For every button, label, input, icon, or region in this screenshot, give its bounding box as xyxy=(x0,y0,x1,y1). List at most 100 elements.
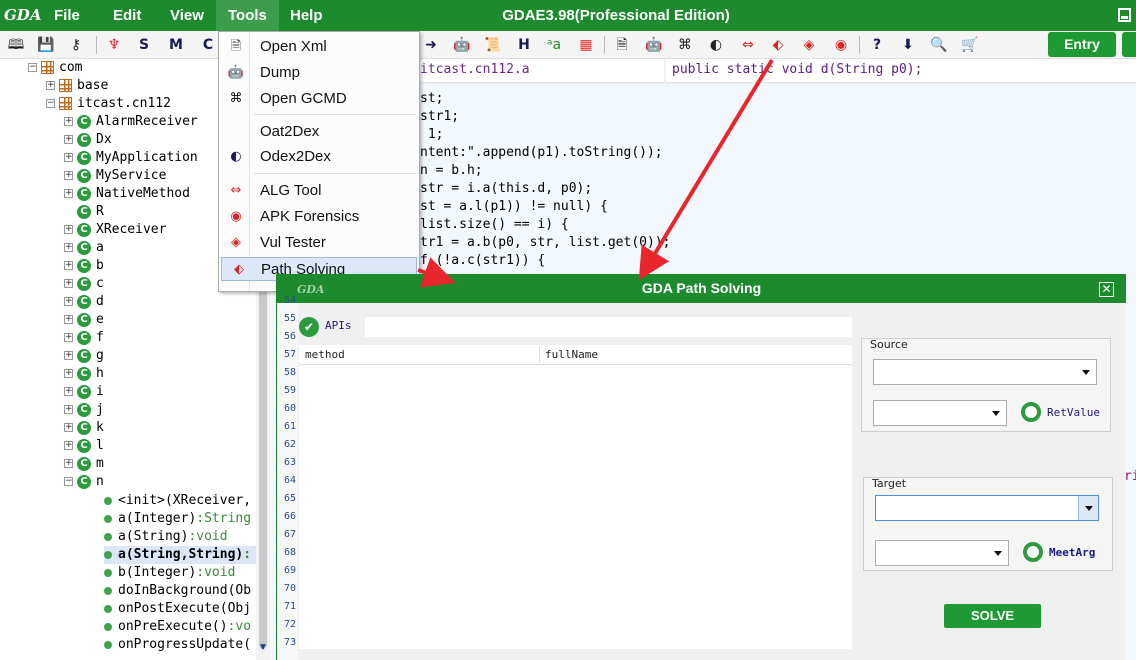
minimize-button[interactable] xyxy=(1118,8,1131,22)
tree-node[interactable]: + C MyApplication xyxy=(64,149,198,167)
solve-button[interactable]: SOLVE xyxy=(944,604,1041,628)
save-icon[interactable]: 💾 xyxy=(36,35,56,55)
expand-icon[interactable]: + xyxy=(64,369,73,378)
expand-icon[interactable]: + xyxy=(64,441,73,450)
expand-icon[interactable]: + xyxy=(64,171,73,180)
tree-node[interactable]: + base xyxy=(46,77,108,95)
expand-icon[interactable]: + xyxy=(64,261,73,270)
expand-icon[interactable]: + xyxy=(64,315,73,324)
fingerprint-icon[interactable]: ◉ xyxy=(831,35,851,55)
tree-node[interactable]: + Ch xyxy=(64,365,104,383)
close-icon[interactable]: ✕ xyxy=(1099,282,1114,297)
method-node[interactable]: doInBackground(Ob xyxy=(104,582,256,600)
expand-icon[interactable]: + xyxy=(64,117,73,126)
secondary-green-button[interactable] xyxy=(1122,32,1136,57)
tree-node[interactable]: + Ca xyxy=(64,239,104,257)
entry-button[interactable]: Entry xyxy=(1048,32,1116,57)
method-node[interactable]: a(String):void xyxy=(104,528,248,546)
tree-node[interactable]: + Cf xyxy=(64,329,104,347)
tree-node[interactable]: + Cc xyxy=(64,275,104,293)
script-x-icon[interactable]: 📜 xyxy=(483,35,503,55)
cart-icon[interactable]: 🛒 xyxy=(960,35,980,55)
tools-menu-item[interactable]: ⌘ Open GCMD xyxy=(219,87,419,111)
toolbar-h-button[interactable]: H xyxy=(514,35,534,55)
tree-node[interactable]: + C Dx xyxy=(64,131,112,149)
expand-icon[interactable]: + xyxy=(64,387,73,396)
column-header-method[interactable]: method xyxy=(305,345,345,365)
key-icon[interactable]: ⚷ xyxy=(66,35,86,55)
android-icon[interactable]: 🤖 xyxy=(452,35,472,55)
target-class-combo[interactable] xyxy=(875,495,1099,521)
tree-node[interactable]: + Cl xyxy=(64,437,104,455)
odex-icon[interactable]: ◐ xyxy=(706,35,726,55)
method-node[interactable]: a(String,String): xyxy=(104,546,256,564)
tree-node[interactable]: + Cb xyxy=(64,257,104,275)
target-method-combo[interactable] xyxy=(875,540,1009,566)
tools-menu-item[interactable]: ⇔ ALG Tool xyxy=(219,179,419,203)
tree-node[interactable]: + Cd xyxy=(64,293,104,311)
meetarg-radio-icon[interactable] xyxy=(1023,542,1043,562)
results-table[interactable]: method fullName xyxy=(299,345,852,649)
expand-icon[interactable]: + xyxy=(64,135,73,144)
column-divider[interactable] xyxy=(539,347,540,363)
method-node[interactable]: b(Integer):void xyxy=(104,564,255,582)
source-method-combo[interactable] xyxy=(873,400,1007,426)
chevron-down-icon[interactable] xyxy=(1078,496,1098,520)
string-search-icon[interactable]: ᵃa xyxy=(544,35,564,55)
expand-icon[interactable]: + xyxy=(64,225,73,234)
tools-menu-item[interactable]: Oat2Dex xyxy=(219,120,419,144)
toolbar-m-button[interactable]: M xyxy=(166,35,186,55)
method-node[interactable]: onPostExecute(Obj xyxy=(104,600,256,618)
tree-node[interactable]: + Ck xyxy=(64,419,104,437)
tree-node[interactable]: + Ce xyxy=(64,311,104,329)
retvalue-radio-icon[interactable] xyxy=(1021,402,1041,422)
search-globe-icon[interactable]: 🔍 xyxy=(929,35,949,55)
column-header-fullname[interactable]: fullName xyxy=(545,345,598,365)
tree-node[interactable]: + C AlarmReceiver xyxy=(64,113,198,131)
collapse-icon[interactable]: − xyxy=(28,63,37,72)
tree-node[interactable]: + Cm xyxy=(64,455,104,473)
arrow-right-icon[interactable]: ➜ xyxy=(421,35,441,55)
method-node[interactable]: a(Integer):String xyxy=(104,510,256,528)
tree-node[interactable]: + Cj xyxy=(64,401,104,419)
vul-diamond-icon[interactable]: ◈ xyxy=(799,35,819,55)
tree-node[interactable]: + Cg xyxy=(64,347,104,365)
tree-node[interactable]: + C NativeMethod xyxy=(64,185,190,203)
apis-input[interactable] xyxy=(365,317,852,337)
alg-arrows-icon[interactable]: ⇔ xyxy=(738,35,758,55)
expand-icon[interactable]: + xyxy=(64,279,73,288)
expand-icon[interactable]: + xyxy=(64,405,73,414)
tools-menu-item[interactable]: ◉ APK Forensics xyxy=(219,205,419,229)
help-icon[interactable]: ? xyxy=(867,35,887,55)
expand-icon[interactable]: + xyxy=(46,81,55,90)
tree-node[interactable]: − com xyxy=(28,59,82,77)
expand-icon[interactable]: + xyxy=(64,459,73,468)
method-node[interactable]: onProgressUpdate( xyxy=(104,636,256,654)
method-node[interactable]: <init>(XReceiver, xyxy=(104,492,256,510)
tools-menu-item[interactable]: ◈ Vul Tester xyxy=(219,231,419,255)
person-search-icon[interactable]: ♆ xyxy=(104,35,124,55)
tree-node[interactable]: − Cn xyxy=(64,473,104,491)
check-icon[interactable]: ✔ xyxy=(299,317,319,337)
command-icon[interactable]: ⌘ xyxy=(675,35,695,55)
expand-icon[interactable]: + xyxy=(64,351,73,360)
xml-file-icon[interactable]: 🗎 xyxy=(612,35,632,55)
collapse-icon[interactable]: − xyxy=(46,99,55,108)
path-icon[interactable]: ⬖ xyxy=(768,35,788,55)
open-book-icon[interactable]: 🕮 xyxy=(6,35,26,55)
tree-node[interactable]: CR xyxy=(64,203,104,221)
tools-menu-item[interactable]: ◐ Odex2Dex xyxy=(219,145,419,169)
toolbar-s-button[interactable]: S xyxy=(134,35,154,55)
expand-icon[interactable]: + xyxy=(64,153,73,162)
android-dump-icon[interactable]: 🤖 xyxy=(644,35,664,55)
expand-icon[interactable]: + xyxy=(64,297,73,306)
expand-icon[interactable]: + xyxy=(64,423,73,432)
expand-icon[interactable]: + xyxy=(64,243,73,252)
tree-node[interactable]: − itcast.cn112 xyxy=(46,95,171,113)
expand-icon[interactable]: + xyxy=(64,189,73,198)
download-icon[interactable]: ⬇ xyxy=(898,35,918,55)
tools-menu-item[interactable]: 🗎 Open Xml xyxy=(219,35,419,59)
tree-node[interactable]: + C MyService xyxy=(64,167,166,185)
toolbar-c-button[interactable]: C xyxy=(198,35,218,55)
collapse-icon[interactable]: − xyxy=(64,477,73,486)
